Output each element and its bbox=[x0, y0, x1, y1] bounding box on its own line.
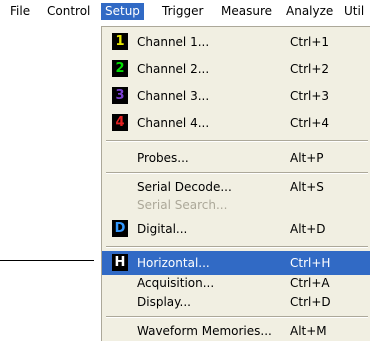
channel-1-icon: 1 bbox=[112, 33, 128, 50]
menu-item-label: Serial Search... bbox=[137, 198, 228, 212]
menu-item-shortcut: Alt+P bbox=[290, 151, 324, 165]
menu-item-label: Display... bbox=[137, 295, 191, 309]
menu-item-digital[interactable]: D Digital... Alt+D bbox=[102, 217, 370, 241]
menu-item-label: Channel 4... bbox=[137, 116, 210, 130]
menu-analyze[interactable]: Analyze bbox=[286, 3, 333, 20]
setup-dropdown-menu: 1 Channel 1... Ctrl+1 2 Channel 2... Ctr… bbox=[101, 26, 370, 341]
channel-4-icon: 4 bbox=[112, 114, 128, 131]
menu-separator bbox=[106, 316, 368, 318]
menu-item-serial-search: Serial Search... bbox=[102, 193, 370, 217]
menu-separator bbox=[106, 246, 368, 248]
menu-item-shortcut: Ctrl+2 bbox=[290, 62, 330, 76]
menu-item-label: Digital... bbox=[137, 222, 188, 236]
horizontal-icon: H bbox=[112, 254, 128, 271]
menu-control[interactable]: Control bbox=[47, 3, 90, 20]
menu-separator bbox=[106, 172, 368, 174]
menu-item-shortcut: Ctrl+D bbox=[290, 295, 331, 309]
menu-setup[interactable]: Setup bbox=[101, 3, 144, 20]
menu-item-shortcut: Ctrl+1 bbox=[290, 35, 330, 49]
menu-utilities[interactable]: Util bbox=[344, 3, 364, 20]
menu-item-channel-2[interactable]: 2 Channel 2... Ctrl+2 bbox=[102, 57, 370, 81]
menu-bar: File Control Setup Trigger Measure Analy… bbox=[0, 0, 370, 22]
menu-trigger[interactable]: Trigger bbox=[162, 3, 203, 20]
digital-icon: D bbox=[112, 220, 128, 237]
menu-separator bbox=[106, 140, 368, 142]
channel-3-icon: 3 bbox=[112, 87, 128, 104]
menu-file[interactable]: File bbox=[10, 3, 30, 20]
menu-item-waveform-memories[interactable]: Waveform Memories... Alt+M bbox=[102, 319, 370, 343]
channel-2-icon: 2 bbox=[112, 60, 128, 77]
menu-item-label: Waveform Memories... bbox=[137, 324, 272, 338]
menu-item-label: Probes... bbox=[137, 151, 189, 165]
menu-item-label: Channel 3... bbox=[137, 89, 210, 103]
menu-item-shortcut: Ctrl+4 bbox=[290, 116, 330, 130]
menu-item-shortcut: Alt+M bbox=[290, 324, 327, 338]
menu-item-channel-3[interactable]: 3 Channel 3... Ctrl+3 bbox=[102, 84, 370, 108]
menu-measure[interactable]: Measure bbox=[221, 3, 272, 20]
menu-item-label: Channel 2... bbox=[137, 62, 210, 76]
menu-item-channel-4[interactable]: 4 Channel 4... Ctrl+4 bbox=[102, 111, 370, 135]
menu-item-label: Channel 1... bbox=[137, 35, 210, 49]
menu-item-display[interactable]: Display... Ctrl+D bbox=[102, 290, 370, 314]
menu-item-probes[interactable]: Probes... Alt+P bbox=[102, 146, 370, 170]
menu-item-channel-1[interactable]: 1 Channel 1... Ctrl+1 bbox=[102, 30, 370, 54]
menu-item-shortcut: Ctrl+3 bbox=[290, 89, 330, 103]
callout-line bbox=[0, 260, 94, 261]
menu-item-shortcut: Alt+D bbox=[290, 222, 326, 236]
